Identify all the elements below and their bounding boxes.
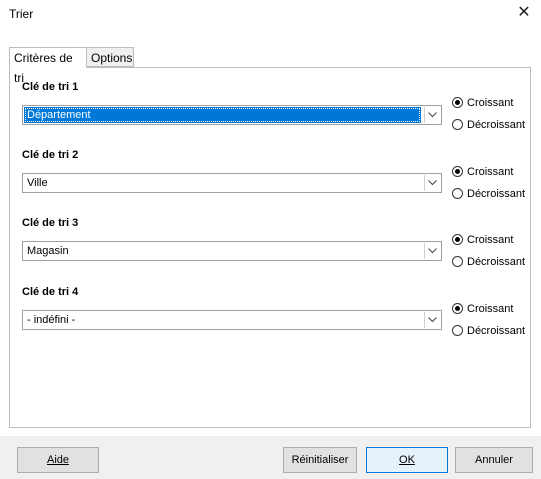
radio-unselected-icon <box>452 325 463 336</box>
title-bar: Trier ✕ <box>0 0 541 28</box>
sort-key-4-label: Clé de tri 4 <box>22 286 79 298</box>
chevron-down-icon[interactable] <box>424 312 440 328</box>
sort-key-1-value: Département <box>24 107 421 123</box>
sort-key-4-descending-label: Décroissant <box>467 325 526 337</box>
sort-key-3-label: Clé de tri 3 <box>22 217 79 229</box>
sort-key-1-ascending-label: Croissant <box>467 97 514 109</box>
cancel-button-label: Annuler <box>475 454 513 466</box>
chevron-down-icon[interactable] <box>424 175 440 191</box>
sort-key-4-ascending-label: Croissant <box>467 303 514 315</box>
ok-button-label: OK <box>399 454 415 466</box>
sort-key-2-value: Ville <box>27 177 48 189</box>
chevron-down-icon[interactable] <box>424 107 440 123</box>
radio-unselected-icon <box>452 256 463 267</box>
sort-key-3-dropdown[interactable]: Magasin <box>22 241 442 261</box>
sort-key-2-descending-label: Décroissant <box>467 188 526 200</box>
close-icon[interactable]: ✕ <box>515 4 533 22</box>
window-title: Trier <box>9 7 34 21</box>
radio-selected-icon <box>452 234 463 245</box>
reset-button-label: Réinitialiser <box>291 454 349 466</box>
sort-key-1-descending-label: Décroissant <box>467 119 526 131</box>
sort-key-2-label: Clé de tri 2 <box>22 149 79 161</box>
radio-unselected-icon <box>452 119 463 130</box>
sort-key-1-dropdown[interactable]: Département <box>22 105 442 125</box>
sort-key-2-dropdown[interactable]: Ville <box>22 173 442 193</box>
sort-key-3-ascending-label: Croissant <box>467 234 514 246</box>
sort-key-4-value: - indéfini - <box>27 314 76 326</box>
sort-key-1-label: Clé de tri 1 <box>22 81 79 93</box>
radio-selected-icon <box>452 97 463 108</box>
sort-key-3-value: Magasin <box>27 245 69 257</box>
chevron-down-icon[interactable] <box>424 243 440 259</box>
sort-key-3-descending-label: Décroissant <box>467 256 526 268</box>
tab-sort-criteria[interactable]: Critères de tri <box>9 47 87 85</box>
help-button-label: Aide <box>46 454 70 466</box>
help-button[interactable]: Aide <box>17 447 99 473</box>
reset-button[interactable]: Réinitialiser <box>283 447 357 473</box>
tab-options[interactable]: Options <box>86 47 134 67</box>
sort-key-4-dropdown[interactable]: - indéfini - <box>22 310 442 330</box>
cancel-button[interactable]: Annuler <box>455 447 533 473</box>
radio-selected-icon <box>452 166 463 177</box>
ok-button[interactable]: OK <box>366 447 448 473</box>
radio-selected-icon <box>452 303 463 314</box>
radio-unselected-icon <box>452 188 463 199</box>
sort-key-2-ascending-label: Croissant <box>467 166 514 178</box>
